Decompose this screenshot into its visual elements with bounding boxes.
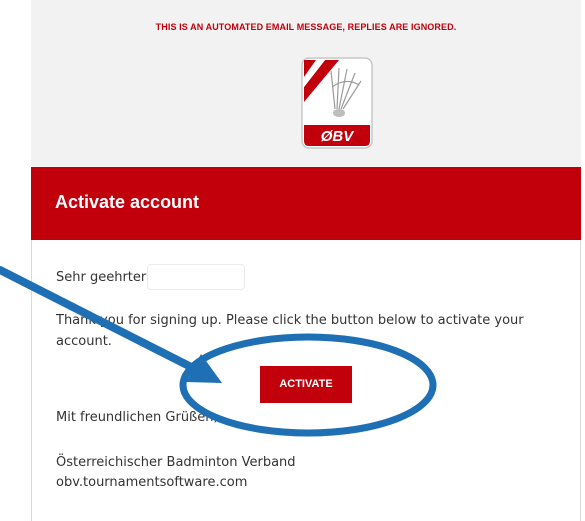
email-container: THIS IS AN AUTOMATED EMAIL MESSAGE, REPL… <box>31 0 581 521</box>
email-body: Sehr geehrter Thank you for signing up. … <box>31 240 581 521</box>
header-bar: Activate account <box>31 167 581 240</box>
header-title: Activate account <box>55 192 200 212</box>
activate-button[interactable]: ACTIVATE <box>260 366 352 403</box>
obv-logo: ØBV <box>301 57 373 149</box>
sign-off-text: Mit freundlichen Grüßen, <box>56 410 218 425</box>
redacted-name-box <box>147 264 245 290</box>
automated-notice: THIS IS AN AUTOMATED EMAIL MESSAGE, REPL… <box>155 22 457 32</box>
organization-link[interactable]: obv.tournamentsoftware.com <box>56 475 247 490</box>
greeting-text: Sehr geehrter <box>56 270 147 285</box>
organization-name: Österreichischer Badminton Verband <box>56 455 296 470</box>
intro-text: Thank you for signing up. Please click t… <box>56 313 524 349</box>
logo-text: ØBV <box>321 128 356 145</box>
